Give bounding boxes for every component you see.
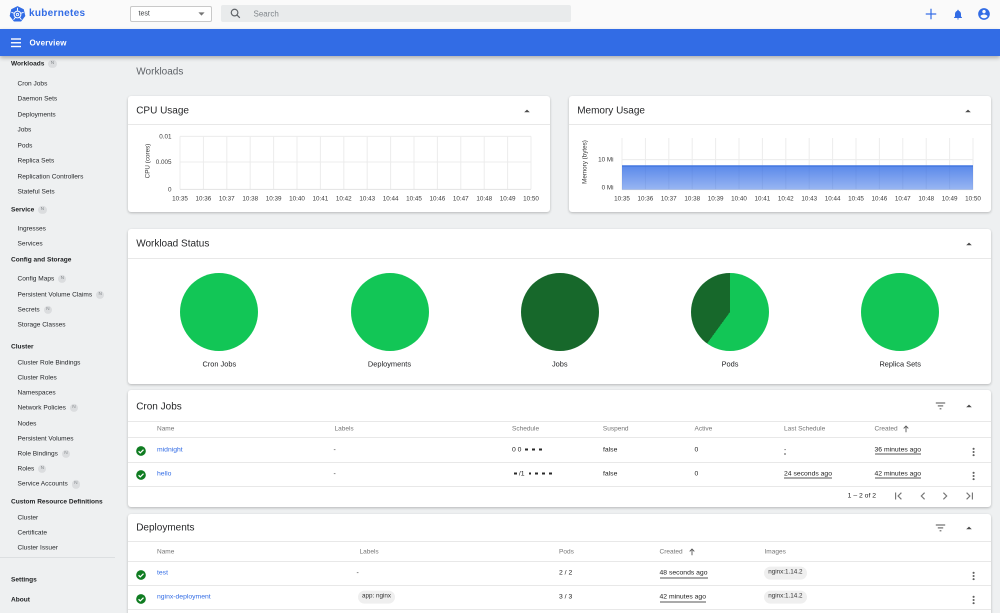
svg-text:10 Mi: 10 Mi: [598, 157, 613, 164]
svg-text:10:35: 10:35: [614, 195, 630, 202]
svg-text:10:48: 10:48: [476, 195, 492, 202]
svg-text:10:45: 10:45: [848, 195, 864, 202]
svg-text:10:44: 10:44: [383, 195, 399, 202]
svg-text:10:39: 10:39: [708, 195, 724, 202]
svg-text:10:44: 10:44: [825, 195, 841, 202]
svg-text:10:38: 10:38: [242, 195, 258, 202]
svg-text:0: 0: [168, 187, 172, 194]
svg-text:10:36: 10:36: [638, 195, 654, 202]
svg-text:0 Mi: 0 Mi: [602, 185, 614, 192]
svg-text:10:36: 10:36: [196, 195, 212, 202]
svg-text:10:41: 10:41: [313, 195, 329, 202]
svg-text:10:47: 10:47: [453, 195, 469, 202]
svg-text:10:40: 10:40: [289, 195, 305, 202]
svg-text:10:47: 10:47: [895, 195, 911, 202]
svg-text:10:48: 10:48: [918, 195, 934, 202]
svg-text:10:43: 10:43: [359, 195, 375, 202]
svg-text:10:42: 10:42: [336, 195, 352, 202]
svg-text:10:39: 10:39: [266, 195, 282, 202]
svg-text:10:46: 10:46: [872, 195, 888, 202]
svg-text:10:49: 10:49: [500, 195, 516, 202]
svg-text:10:37: 10:37: [219, 195, 235, 202]
svg-text:10:46: 10:46: [430, 195, 446, 202]
svg-text:10:45: 10:45: [406, 195, 422, 202]
svg-text:10:50: 10:50: [965, 195, 981, 202]
svg-text:0.01: 0.01: [159, 134, 172, 141]
svg-text:10:41: 10:41: [755, 195, 771, 202]
svg-text:0.005: 0.005: [156, 159, 172, 166]
svg-text:10:37: 10:37: [661, 195, 677, 202]
svg-text:10:38: 10:38: [684, 195, 700, 202]
svg-text:10:40: 10:40: [731, 195, 747, 202]
svg-text:10:35: 10:35: [172, 195, 188, 202]
svg-text:10:42: 10:42: [778, 195, 794, 202]
svg-text:10:49: 10:49: [942, 195, 958, 202]
svg-text:10:43: 10:43: [801, 195, 817, 202]
svg-text:10:50: 10:50: [523, 195, 539, 202]
